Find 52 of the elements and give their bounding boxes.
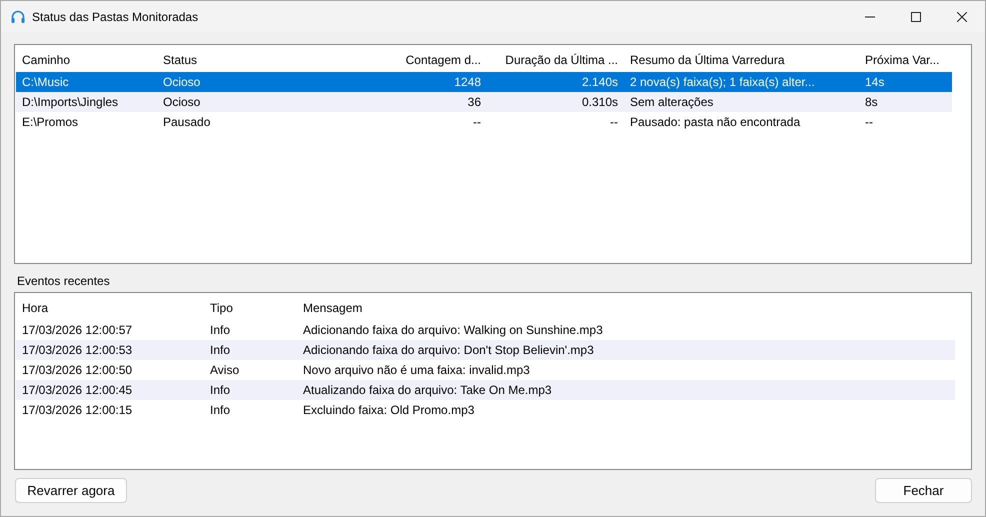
column-header[interactable]: Resumo da Última Varredura bbox=[624, 48, 859, 72]
table-cell: 17/03/2026 12:00:45 bbox=[22, 383, 132, 397]
table-cell: D:\Imports\Jingles bbox=[22, 95, 118, 109]
table-cell: 17/03/2026 12:00:50 bbox=[22, 363, 132, 377]
table-cell: -- bbox=[865, 115, 873, 129]
table-cell: Atualizando faixa do arquivo: Take On Me.mp3 bbox=[303, 383, 552, 397]
table-cell: -- bbox=[610, 115, 618, 129]
column-header[interactable]: Hora bbox=[16, 296, 204, 320]
table-cell: Info bbox=[210, 403, 230, 417]
table-cell: Info bbox=[210, 383, 230, 397]
table-cell: Adicionando faixa do arquivo: Don't Stop Believin'.mp3 bbox=[303, 343, 594, 357]
table-cell: Ocioso bbox=[163, 75, 200, 89]
column-header[interactable]: Caminho bbox=[16, 48, 157, 72]
table-cell: Sem alterações bbox=[630, 95, 714, 109]
table-cell: 14s bbox=[865, 75, 884, 89]
close-button[interactable]: Fechar bbox=[875, 478, 972, 503]
folder-row[interactable]: E:\Promos Pausado -- -- Pausado: pasta não encontrada -- bbox=[16, 112, 952, 132]
folder-row[interactable]: D:\Imports\Jingles Ocioso 36 0.310s Sem alterações 8s bbox=[16, 92, 952, 112]
table-cell: 2 nova(s) faixa(s); 1 faixa(s) alter... bbox=[630, 75, 815, 89]
table-cell: 2.140s bbox=[582, 75, 618, 89]
maximize-icon[interactable] bbox=[911, 12, 921, 22]
table-cell: Ocioso bbox=[163, 95, 200, 109]
column-header[interactable]: Tipo bbox=[204, 296, 297, 320]
table-cell: 17/03/2026 12:00:53 bbox=[22, 343, 132, 357]
table-cell: Novo arquivo não é uma faixa: invalid.mp3 bbox=[303, 363, 530, 377]
column-header[interactable]: Status bbox=[157, 48, 332, 72]
headphones-icon bbox=[10, 8, 26, 24]
table-cell: E:\Promos bbox=[22, 115, 78, 129]
table-cell: Adicionando faixa do arquivo: Walking on Sunshine.mp3 bbox=[303, 323, 603, 337]
table-cell: Excluindo faixa: Old Promo.mp3 bbox=[303, 403, 474, 417]
table-cell: 8s bbox=[865, 95, 878, 109]
table-cell: -- bbox=[473, 115, 481, 129]
table-cell: Info bbox=[210, 323, 230, 337]
column-header[interactable]: Mensagem bbox=[297, 296, 955, 320]
table-cell: Aviso bbox=[210, 363, 240, 377]
table-cell: Pausado bbox=[163, 115, 210, 129]
section-label: Eventos recentes bbox=[17, 274, 110, 288]
table-cell: C:\Music bbox=[22, 75, 69, 89]
table-cell: 17/03/2026 12:00:15 bbox=[22, 403, 132, 417]
window-title: Status das Pastas Monitoradas bbox=[32, 10, 198, 24]
close-icon[interactable] bbox=[957, 12, 967, 22]
table-cell: 1248 bbox=[454, 75, 481, 89]
table-cell: Pausado: pasta não encontrada bbox=[630, 115, 800, 129]
table-cell: 0.310s bbox=[582, 95, 618, 109]
column-header[interactable]: Contagem d... bbox=[332, 48, 487, 72]
table-cell: Info bbox=[210, 343, 230, 357]
column-header[interactable]: Próxima Var... bbox=[859, 48, 952, 72]
table-cell: 36 bbox=[468, 95, 481, 109]
rescan-button[interactable]: Revarrer agora bbox=[15, 478, 127, 503]
folder-row[interactable]: C:\Music Ocioso 1248 2.140s 2 nova(s) faixa(s); 1 faixa(s) alter... 14s bbox=[16, 72, 952, 92]
table-cell: 17/03/2026 12:00:57 bbox=[22, 323, 132, 337]
column-header[interactable]: Duração da Última ... bbox=[487, 48, 624, 72]
